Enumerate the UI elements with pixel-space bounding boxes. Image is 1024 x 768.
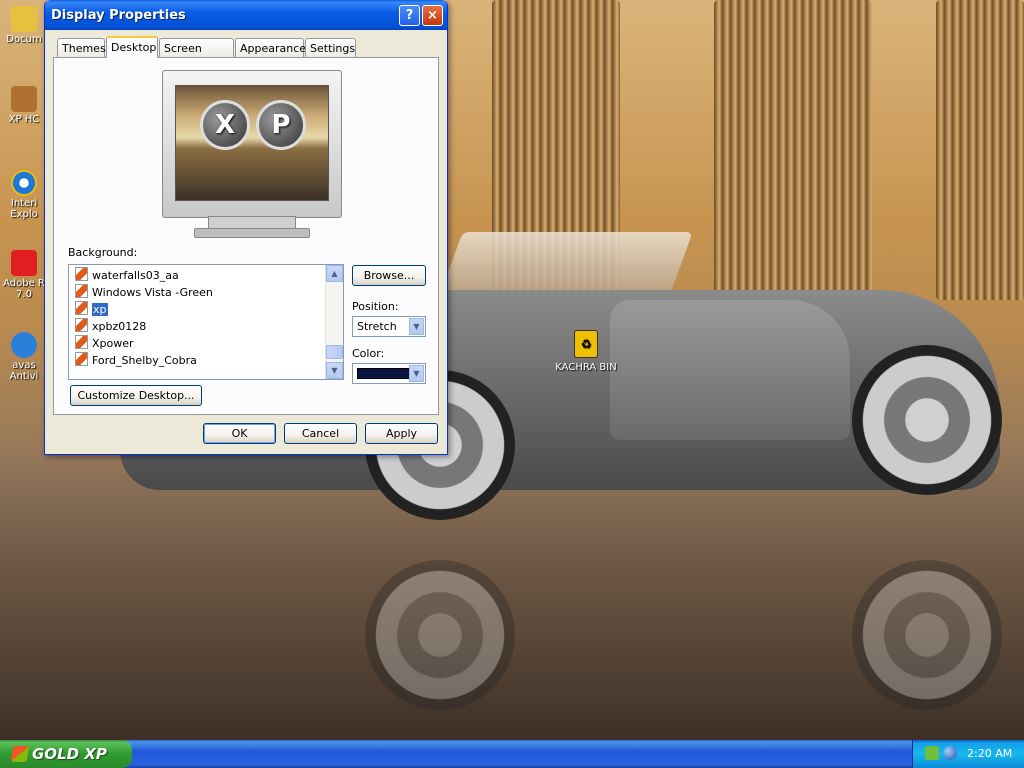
tab-settings[interactable]: Settings xyxy=(305,38,356,57)
desktop-icon-label: avas Antivi xyxy=(9,360,39,382)
chevron-down-icon[interactable]: ▼ xyxy=(409,318,424,335)
wallpaper-wheel-reflection xyxy=(365,560,515,710)
tab-themes[interactable]: Themes xyxy=(57,38,106,57)
wallpaper-curtain xyxy=(714,0,872,300)
globe-icon[interactable] xyxy=(943,746,957,760)
customize-desktop-button[interactable]: Customize Desktop... xyxy=(70,385,202,406)
wallpaper-car-wheel xyxy=(852,345,1002,495)
cancel-button[interactable]: Cancel xyxy=(284,423,357,444)
avast-icon xyxy=(11,332,37,358)
desktop-tab-panel: X P Background: waterfalls03_aa Windows … xyxy=(53,57,439,415)
dialog-titlebar[interactable]: Display Properties ? × xyxy=(45,0,447,30)
desktop-icon-label: Interi Explo xyxy=(10,198,38,220)
chevron-down-icon[interactable]: ▼ xyxy=(409,365,424,382)
internet-explorer-icon xyxy=(11,170,37,196)
background-label: Background: xyxy=(68,246,138,259)
network-icon[interactable] xyxy=(925,746,939,760)
position-label: Position: xyxy=(352,300,399,313)
list-item[interactable]: Windows Vista -Green xyxy=(75,284,213,300)
wallpaper-curtain xyxy=(936,0,1024,300)
image-file-icon xyxy=(75,318,88,332)
preview-letter: P xyxy=(256,100,306,150)
application-icon xyxy=(11,86,37,112)
color-picker[interactable]: ▼ xyxy=(352,363,426,384)
desktop-icon-label: Docum xyxy=(6,34,42,45)
wallpaper-preview: X P xyxy=(175,85,329,201)
listbox-scrollbar[interactable]: ▲ ▼ xyxy=(325,265,343,379)
close-button[interactable]: × xyxy=(422,5,443,26)
desktop-preview-monitor: X P xyxy=(158,70,344,240)
folder-icon xyxy=(11,6,37,32)
list-item-selected[interactable]: xp xyxy=(75,301,108,317)
desktop-icon-recycle-bin[interactable]: ♻ KACHRA BIN xyxy=(550,330,622,373)
image-file-icon xyxy=(75,301,88,315)
tab-screen-saver[interactable]: Screen Saver xyxy=(159,38,234,74)
desktop-icon-xp-hc[interactable]: XP HC xyxy=(0,86,48,125)
image-file-icon xyxy=(75,335,88,349)
scroll-down-icon[interactable]: ▼ xyxy=(326,362,343,379)
list-item[interactable]: Xpower xyxy=(75,335,134,351)
position-dropdown[interactable]: Stretch ▼ xyxy=(352,316,426,337)
color-label: Color: xyxy=(352,347,385,360)
background-listbox[interactable]: waterfalls03_aa Windows Vista -Green xp … xyxy=(68,264,344,380)
dialog-title: Display Properties xyxy=(51,8,186,23)
scroll-up-icon[interactable]: ▲ xyxy=(326,265,343,282)
taskbar: GOLD XP 2:20 AM xyxy=(0,740,1024,768)
list-item[interactable]: waterfalls03_aa xyxy=(75,267,179,283)
start-button[interactable]: GOLD XP xyxy=(0,740,132,768)
adobe-reader-icon xyxy=(11,250,37,276)
system-tray: 2:20 AM xyxy=(912,740,1024,768)
scrollbar-thumb[interactable] xyxy=(326,345,343,359)
preview-letter: X xyxy=(200,100,250,150)
recycle-bin-icon: ♻ xyxy=(574,330,598,358)
recycle-bin-label: KACHRA BIN xyxy=(555,362,617,373)
desktop-icon-documents[interactable]: Docum xyxy=(0,6,48,45)
image-file-icon xyxy=(75,352,88,366)
image-file-icon xyxy=(75,267,88,281)
clock[interactable]: 2:20 AM xyxy=(967,747,1012,760)
tab-desktop[interactable]: Desktop xyxy=(106,36,158,58)
list-item[interactable]: Ford_Shelby_Cobra xyxy=(75,352,197,368)
desktop-icon-label: Adobe R 7.0 xyxy=(3,278,45,300)
list-item[interactable]: xpbz0128 xyxy=(75,318,146,334)
desktop-icon-adobe-reader[interactable]: Adobe R 7.0 xyxy=(0,250,48,300)
browse-button[interactable]: Browse... xyxy=(352,265,426,286)
desktop-icon-avast-antivirus[interactable]: avas Antivi xyxy=(0,332,48,382)
desktop-icon-internet-explorer[interactable]: Interi Explo xyxy=(0,170,48,220)
display-properties-dialog: Display Properties ? × Themes Desktop Sc… xyxy=(44,0,448,455)
wallpaper-car-door xyxy=(610,300,850,440)
help-button[interactable]: ? xyxy=(399,5,420,26)
desktop-icon-label: XP HC xyxy=(8,114,40,125)
image-file-icon xyxy=(75,284,88,298)
monitor-base xyxy=(194,228,310,238)
position-value: Stretch xyxy=(357,320,397,333)
monitor-frame: X P xyxy=(162,70,342,218)
color-swatch xyxy=(357,368,411,379)
apply-button[interactable]: Apply xyxy=(365,423,438,444)
tab-appearance[interactable]: Appearance xyxy=(235,38,306,57)
start-button-label: GOLD XP xyxy=(32,745,107,763)
windows-logo-icon xyxy=(10,746,30,762)
ok-button[interactable]: OK xyxy=(203,423,276,444)
wallpaper-wheel-reflection xyxy=(852,560,1002,710)
